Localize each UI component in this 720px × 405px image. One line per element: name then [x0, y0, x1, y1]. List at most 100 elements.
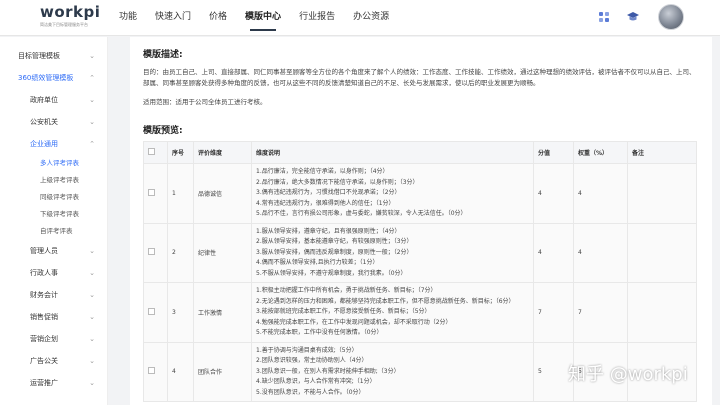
- row-select-cell[interactable]: [143, 282, 168, 343]
- select-all-checkbox[interactable]: [148, 148, 155, 155]
- nav-item-3[interactable]: 模版中心: [236, 0, 290, 36]
- sidebar-item-15[interactable]: 广告公关 ⌄: [0, 350, 107, 372]
- table-row: 1 品德诚信 1.品行廉洁，完全能信守承诺，以身作则；（4分） 2.品行廉洁，绝大多数…: [143, 163, 697, 224]
- sidebar-item-7[interactable]: 同级评考评表: [0, 189, 107, 206]
- column-header-weight: 权重（%）: [573, 141, 628, 164]
- chevron-up-icon: ⌃: [89, 140, 95, 148]
- description-line: 4.勉强能完成本职工作，在工作中发现问题或机会，却不采取行动（2分）: [256, 318, 452, 326]
- row-number: 3: [167, 282, 194, 343]
- row-weight: 4: [573, 163, 628, 224]
- sidebar-item-label: 营销企划: [30, 335, 58, 343]
- chevron-down-icon: ⌄: [89, 379, 95, 387]
- row-select-cell[interactable]: [143, 163, 168, 224]
- sidebar-item-label: 上级评考评表: [40, 176, 79, 184]
- chevron-down-icon: ⌄: [89, 291, 95, 299]
- row-select-cell[interactable]: [143, 341, 168, 402]
- description-line: 3.团队意识一般，在别人有需求时能伸手相助;（3分）: [256, 367, 400, 375]
- row-number: 1: [167, 163, 194, 224]
- logo-wordmark: workpi: [40, 3, 101, 21]
- grid-icon[interactable]: [597, 10, 611, 24]
- sidebar-item-label: 同级评考评表: [40, 193, 79, 201]
- sidebar-item-label: 销售促销: [30, 313, 58, 321]
- chevron-down-icon: ⌄: [89, 96, 95, 104]
- nav-item-4[interactable]: 行业报告: [290, 0, 344, 36]
- row-checkbox[interactable]: [148, 307, 155, 315]
- row-number: 4: [167, 341, 194, 402]
- sidebar-item-2[interactable]: 政府单位 ⌄: [0, 89, 107, 111]
- row-dimension: 纪律性: [193, 222, 252, 283]
- row-dimension: 团队合作: [193, 341, 252, 402]
- table-row: 2 纪律性 1.服从领导安排，遵章守纪，且有很强原则性；（4分） 2.服从领导安排，基…: [143, 222, 697, 283]
- sidebar-item-4[interactable]: 企业通用 ⌃: [0, 133, 107, 155]
- sidebar-item-5[interactable]: 多人评考评表: [0, 155, 107, 172]
- sidebar-item-label: 运营推广: [30, 379, 58, 387]
- sidebar-item-1[interactable]: 360绩效管理模板 ⌃: [0, 67, 107, 89]
- sidebar-item-label: 目标管理模板: [18, 52, 60, 60]
- chevron-down-icon: ⌄: [89, 357, 95, 365]
- sidebar-item-10[interactable]: 管理人员 ⌄: [0, 240, 107, 262]
- row-score: 4: [533, 163, 574, 224]
- sidebar-item-label: 自评考评表: [40, 227, 73, 235]
- sidebar-item-label: 多人评考评表: [40, 159, 79, 167]
- sidebar-item-label: 360绩效管理模板: [18, 74, 74, 82]
- description-line: 2.团队意识较强，常主动协助别人（4分）: [256, 357, 368, 364]
- description-line: 4.缺少团队意识，与人合作常有冲突;（1分）: [256, 378, 376, 385]
- row-description: 1.服从领导安排，遵章守纪，且有很强原则性；（4分） 2.服从领导安排，基本能遵章…: [251, 222, 534, 283]
- zhihu-watermark: 知乎 @workpi: [568, 364, 688, 385]
- sidebar-item-label: 下级评考评表: [40, 210, 79, 218]
- graduation-cap-icon[interactable]: [626, 10, 640, 24]
- column-header-description: 维度说明: [251, 141, 534, 164]
- sidebar-item-0[interactable]: 目标管理模板 ⌄: [0, 45, 107, 67]
- row-note: [627, 222, 697, 283]
- nav-item-0[interactable]: 功能: [110, 0, 146, 36]
- sidebar-item-6[interactable]: 上级评考评表: [0, 172, 107, 189]
- sidebar-item-12[interactable]: 财务会计 ⌄: [0, 284, 107, 306]
- row-note: [627, 282, 697, 343]
- nav-item-5[interactable]: 办公资源: [344, 0, 398, 36]
- sidebar-item-13[interactable]: 销售促销 ⌄: [0, 306, 107, 328]
- row-select-cell[interactable]: [143, 222, 168, 283]
- chevron-up-icon: ⌃: [89, 74, 95, 82]
- description-line: 5.不服从领导安排，不遵守规章制度，我行我素。（0分）: [256, 269, 407, 277]
- description-line: 4.常有违纪违规行为，很难得到他人的信任；（1分）: [256, 199, 395, 207]
- description-heading: 模版描述:: [143, 50, 183, 60]
- description-line: 5.品行不佳，言行有损公司形象，虚与委蛇，嫌贫较深，令人无法信任。（0分）: [256, 210, 467, 217]
- chevron-down-icon: ⌄: [89, 52, 95, 60]
- column-header-score: 分值: [533, 141, 574, 164]
- nav-item-1[interactable]: 快速入门: [146, 0, 200, 36]
- row-checkbox[interactable]: [148, 367, 155, 375]
- description-line: 3.服从领导安排，偶而违反规章制度，原则性一般；（2分）: [256, 248, 413, 256]
- row-description: 1.积极主动把握工作中所有机会，勇于挑战新任务、新目标；（7分） 2.无论遇到怎样…: [251, 282, 534, 343]
- sidebar-item-16[interactable]: 运营推广 ⌄: [0, 372, 107, 394]
- sidebar-item-label: 企业通用: [30, 140, 58, 148]
- description-line: 5.没有团队意识，不能与人合作。（0分）: [256, 388, 365, 396]
- description-line: 1.积极主动把握工作中所有机会，勇于挑战新任务、新目标；（7分）: [256, 287, 437, 294]
- chevron-down-icon: ⌄: [89, 313, 95, 321]
- table-header-row: 序号 评价维度 维度说明 分值 权重（%） 备注: [143, 141, 697, 164]
- description-line: 2.无论遇到怎样的压力和困难，都能够坚持完成本职工作，但不愿意挑战新任务、新目标…: [256, 297, 515, 305]
- sidebar-item-label: 财务会计: [30, 291, 58, 299]
- nav-item-2[interactable]: 价格: [200, 0, 236, 36]
- row-checkbox[interactable]: [148, 248, 155, 256]
- chevron-down-icon: ⌄: [89, 269, 95, 277]
- sidebar-item-3[interactable]: 公安机关 ⌄: [0, 111, 107, 133]
- preview-heading: 模版预览:: [143, 126, 183, 136]
- select-all-header[interactable]: [143, 141, 168, 164]
- description-line: 4.偶而不服从领导安排,且执行力较差；（1分）: [256, 259, 379, 266]
- description-line: 2.品行廉洁，绝大多数情况下能信守承诺，以身作则；（3分）: [256, 178, 419, 186]
- sidebar-item-14[interactable]: 营销企划 ⌄: [0, 328, 107, 350]
- description-line: 1.善于协调与沟通目桌有成效;（5分）: [256, 346, 358, 354]
- sidebar-item-11[interactable]: 行政人事 ⌄: [0, 262, 107, 284]
- row-number: 2: [167, 222, 194, 283]
- row-description: 1.品行廉洁，完全能信守承诺，以身作则；（4分） 2.品行廉洁，绝大多数情况下能信…: [251, 163, 534, 224]
- chevron-down-icon: ⌄: [89, 118, 95, 126]
- user-avatar[interactable]: [658, 4, 684, 30]
- row-dimension: 工作激情: [193, 282, 252, 343]
- description-line: 3.能按部就班完成本职工作，不愿意接受新任务、新目标；（5分）: [256, 308, 431, 315]
- chevron-down-icon: ⌄: [89, 335, 95, 343]
- row-checkbox[interactable]: [148, 188, 155, 196]
- sidebar-item-8[interactable]: 下级评考评表: [0, 206, 107, 223]
- sidebar-item-9[interactable]: 自评考评表: [0, 223, 107, 240]
- workpi-logo[interactable]: workpi 简洁美下目标管理服务平台: [40, 4, 112, 32]
- table-row: 3 工作激情 1.积极主动把握工作中所有机会，勇于挑战新任务、新目标；（7分） 2.无…: [143, 282, 697, 343]
